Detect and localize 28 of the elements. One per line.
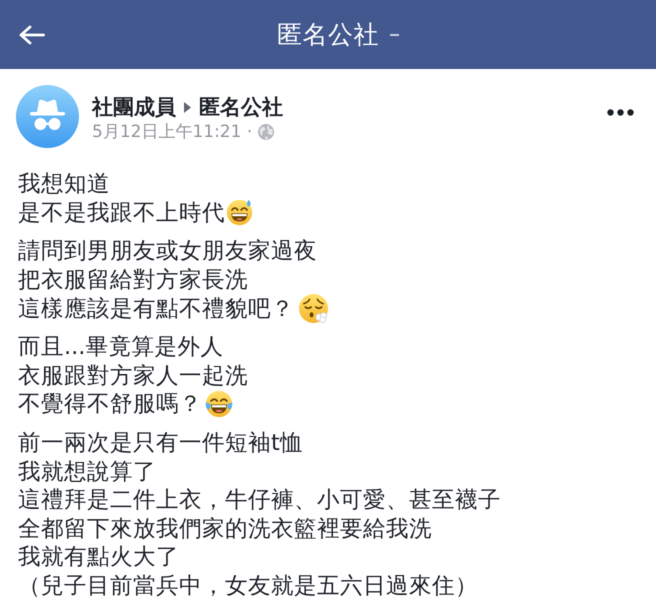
- post-text: 這禮拜是二件上衣，牛仔褲、小可愛、甚至襪子: [18, 486, 501, 514]
- post-text: 而且...畢竟算是外人: [18, 333, 224, 362]
- post-text: 把衣服留給對方家長洗: [18, 266, 248, 294]
- page-title: 匿名公社: [277, 20, 379, 50]
- post-text: 請問到男朋友或女朋友家過夜: [18, 237, 317, 266]
- post-text: 這樣應該是有點不禮貌吧？: [18, 294, 294, 323]
- post-text: 我想知道: [18, 170, 110, 198]
- author-name[interactable]: 社團成員: [92, 94, 176, 121]
- post-text: 我就有點火大了: [18, 543, 179, 572]
- back-arrow-icon: [19, 24, 45, 44]
- post-text: 不覺得不舒服嗎？: [18, 390, 202, 418]
- post-text: （兒子目前當兵中，女友就是五六日過來住）: [18, 572, 478, 600]
- post-text: 全都留下來放我們家的洗衣籃裡要給我洗: [18, 514, 432, 543]
- group-name[interactable]: 匿名公社: [199, 94, 283, 121]
- dash-icon: [390, 34, 399, 36]
- more-dots-icon: [607, 109, 634, 116]
- triangle-icon: [184, 102, 191, 113]
- post-text: 是不是我跟不上時代: [18, 198, 225, 227]
- hat-glasses-avatar-icon[interactable]: [16, 85, 79, 148]
- post-text: 前一兩次是只有一件短袖t恤: [18, 429, 303, 458]
- sighing-face-icon: [298, 293, 329, 324]
- tears-of-joy-face-icon: [205, 390, 233, 418]
- post-text: 我就想說算了: [18, 458, 156, 486]
- back-button[interactable]: [17, 22, 47, 46]
- grinning-sweat-face-icon: [226, 199, 253, 226]
- post-text: 衣服跟對方家人一起洗: [18, 362, 248, 390]
- post-timestamp: 5月12日上午11:21 ·: [92, 121, 252, 143]
- globe-icon: [258, 124, 274, 140]
